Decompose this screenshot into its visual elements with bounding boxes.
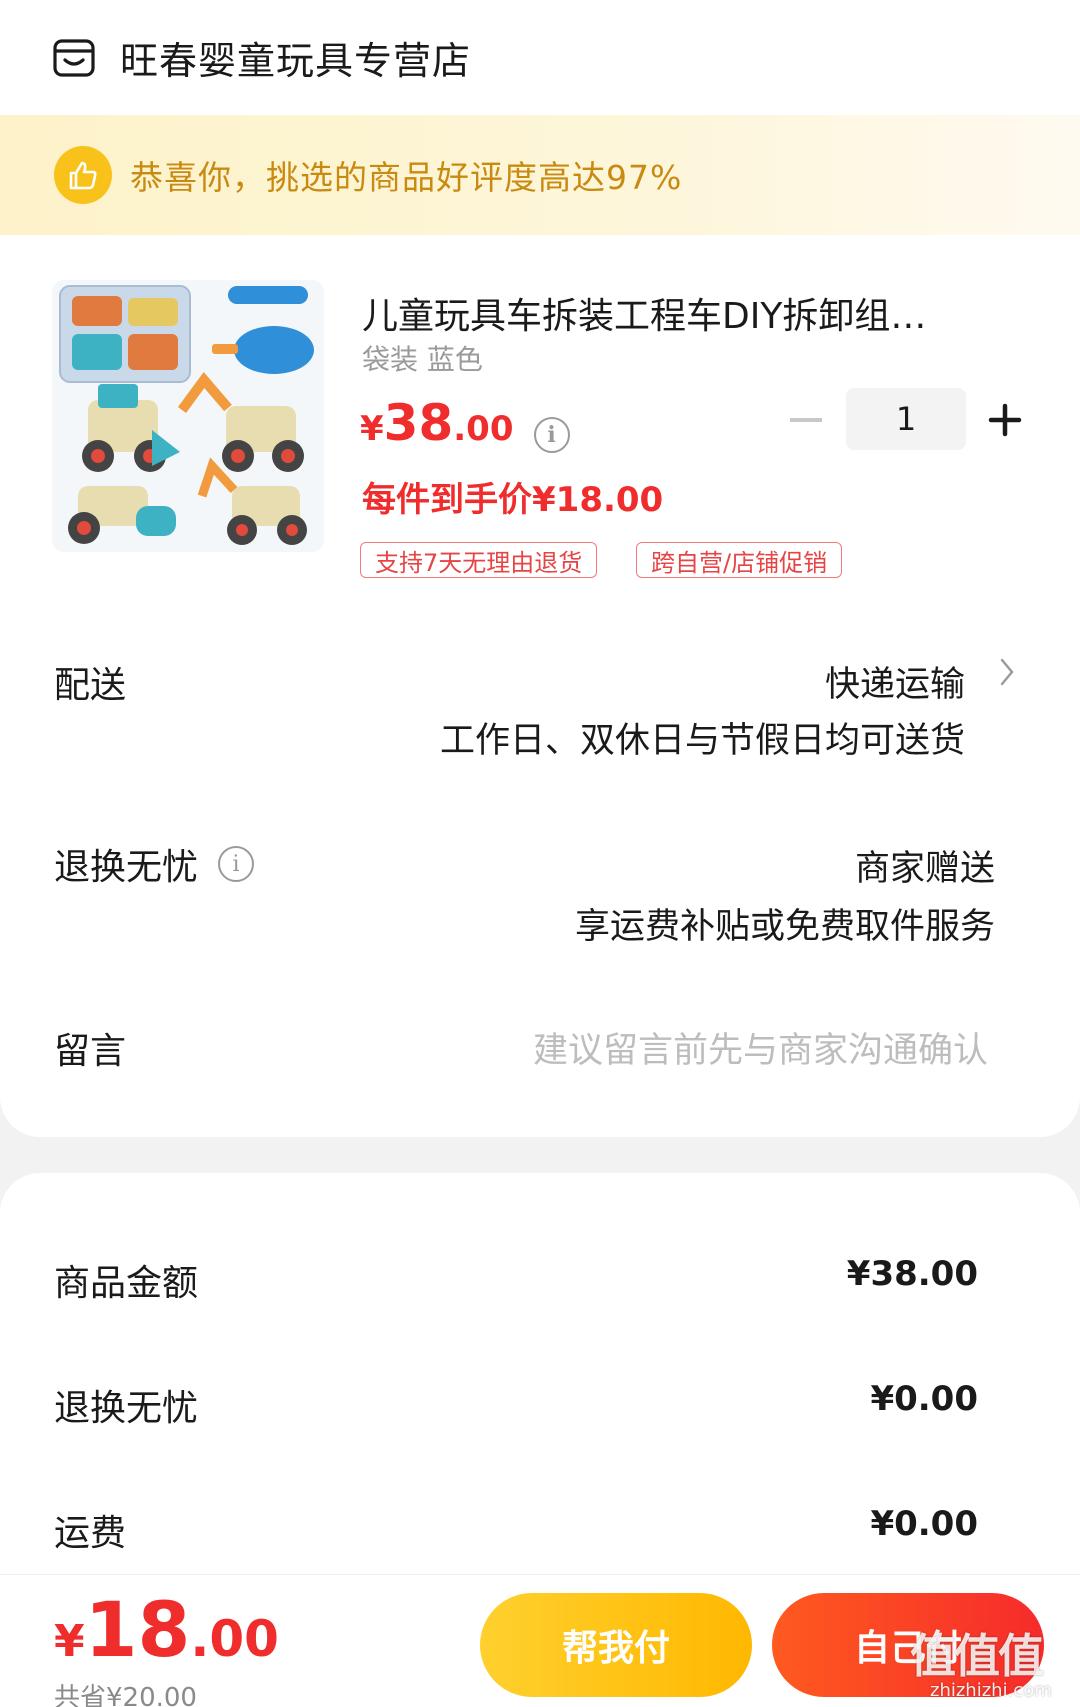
returns-info-icon[interactable]: i [218, 846, 255, 882]
price-decimal: .00 [453, 409, 514, 449]
summary-goods-value: ¥38.00 [846, 1254, 978, 1294]
message-label: 留言 [54, 1031, 127, 1072]
summary-shipping-value: ¥0.00 [870, 1504, 978, 1544]
summary-returns-label: 退换无忧 [54, 1388, 199, 1429]
rating-banner: 恭喜你，挑选的商品好评度高达97% [0, 115, 1080, 235]
price-integer: 38 [383, 394, 454, 452]
returns-row: 退换无忧 i [54, 838, 255, 890]
total-price: ¥ 18 .00 [54, 1585, 279, 1674]
summary-returns-value: ¥0.00 [870, 1379, 978, 1419]
delivery-note: 工作日、双休日与节假日均可送货 [439, 721, 965, 761]
product-sku[interactable]: 袋装 蓝色 [362, 338, 483, 378]
saved-amount: 共省¥20.00 [54, 1683, 197, 1707]
quantity-input[interactable]: 1 [846, 388, 966, 450]
shop-header[interactable]: 旺春婴童玩具专营店 [0, 0, 1080, 115]
help-pay-button[interactable]: 帮我付 [480, 1593, 752, 1697]
price-info-icon[interactable]: i [533, 417, 570, 453]
summary-shipping-label: 运费 [54, 1513, 127, 1554]
delivery-method[interactable]: 快递运输 [825, 656, 965, 707]
returns-value: 商家赠送 [854, 849, 995, 889]
quantity-decrease-button[interactable] [790, 418, 822, 422]
quantity-increase-button[interactable] [988, 403, 1022, 437]
store-icon [53, 38, 95, 77]
product-title[interactable]: 儿童玩具车拆装工程车DIY拆卸组… [362, 287, 962, 339]
returns-label: 退换无忧 [54, 847, 199, 888]
total-integer: 18 [84, 1585, 191, 1674]
message-input[interactable]: 建议留言前先与商家沟通确认 [533, 1022, 988, 1073]
shop-name: 旺春婴童玩具专营店 [120, 39, 472, 83]
chevron-right-icon[interactable] [1000, 658, 1014, 686]
summary-goods-label: 商品金额 [54, 1263, 199, 1304]
unit-price: ¥ 38 .00 i [360, 394, 570, 453]
delivery-label: 配送 [54, 665, 127, 706]
total-currency: ¥ [54, 1616, 85, 1667]
return-policy-tag: 支持7天无理由退货 [360, 542, 598, 578]
watermark-logo: 值值值 [910, 1629, 1044, 1683]
rating-text: 恭喜你，挑选的商品好评度高达97% [130, 158, 683, 197]
watermark-url: zhizhizhi.com [930, 1680, 1052, 1701]
per-item-final-price: 每件到手价¥18.00 [362, 480, 664, 520]
product-image[interactable] [52, 280, 324, 552]
price-currency: ¥ [360, 409, 384, 449]
thumbs-up-icon [54, 146, 112, 204]
returns-note: 享运费补贴或免费取件服务 [574, 907, 995, 947]
total-decimal: .00 [190, 1610, 279, 1668]
promotion-tag: 跨自营/店铺促销 [636, 542, 843, 578]
